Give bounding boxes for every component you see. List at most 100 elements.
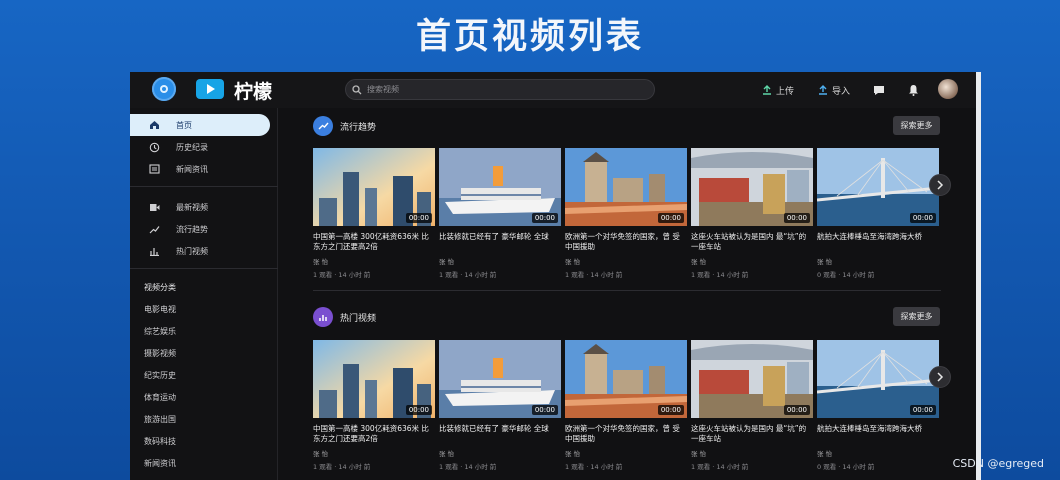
video-meta: 1 观看 · 14 小时 前 bbox=[439, 463, 497, 471]
video-duration: 00:00 bbox=[909, 405, 936, 415]
sidebar-item-label: 新闻资讯 bbox=[176, 164, 208, 174]
chevron-right-icon bbox=[937, 372, 944, 382]
video-duration: 00:00 bbox=[405, 213, 432, 223]
video-meta: 1 观看 · 14 小时 前 bbox=[313, 463, 371, 471]
video-card[interactable]: 00:00 这座火车站被认为是国内 最“坑”的一座车站 张 怡 1 观看 · 1… bbox=[691, 340, 813, 471]
sidebar-item-label: 历史纪录 bbox=[176, 142, 208, 152]
category-item[interactable]: 数码科技 bbox=[144, 436, 176, 447]
watermark: CSDN @egreged bbox=[952, 457, 1044, 470]
video-title[interactable]: 这座火车站被认为是国内 最“坑”的一座车站 bbox=[691, 232, 813, 252]
import-button[interactable]: 导入 bbox=[818, 81, 850, 99]
video-title[interactable]: 中国第一高楼 300亿耗资636米 比东方之门还要高2倍 bbox=[313, 232, 435, 252]
video-duration: 00:00 bbox=[657, 405, 684, 415]
video-title[interactable]: 欧洲第一个对华免签的国家，曾 受中国援助 bbox=[565, 424, 687, 444]
category-item[interactable]: 纪实历史 bbox=[144, 370, 176, 381]
upload-button[interactable]: 上传 bbox=[762, 81, 794, 99]
brand-name[interactable]: 柠檬 bbox=[234, 77, 272, 104]
search-input[interactable] bbox=[367, 85, 637, 94]
section-divider bbox=[313, 290, 941, 291]
video-duration: 00:00 bbox=[405, 405, 432, 415]
video-author[interactable]: 张 怡 bbox=[817, 448, 939, 458]
video-title[interactable]: 这座火车站被认为是国内 最“坑”的一座车站 bbox=[691, 424, 813, 444]
video-card[interactable]: 00:00 欧洲第一个对华免签的国家，曾 受中国援助 张 怡 1 观看 · 14… bbox=[565, 148, 687, 279]
category-item[interactable]: 综艺娱乐 bbox=[144, 326, 176, 337]
sidebar-item-latest[interactable]: 最新视频 bbox=[130, 196, 270, 218]
sidebar-item-label: 热门视频 bbox=[176, 246, 208, 256]
video-author[interactable]: 张 怡 bbox=[817, 256, 939, 266]
explore-more-button[interactable]: 探索更多 bbox=[893, 307, 940, 326]
category-item[interactable]: 电影电视 bbox=[144, 304, 176, 315]
video-meta: 1 观看 · 14 小时 前 bbox=[439, 271, 497, 279]
category-item[interactable]: 摄影视频 bbox=[144, 348, 176, 359]
message-icon[interactable] bbox=[870, 81, 888, 99]
video-thumbnail[interactable]: 00:00 bbox=[313, 340, 435, 418]
video-thumbnail[interactable]: 00:00 bbox=[565, 340, 687, 418]
sidebar-item-popular[interactable]: 热门视频 bbox=[130, 240, 270, 262]
video-row-trending: 00:00 中国第一高楼 300亿耗资636米 比东方之门还要高2倍 张 怡 1… bbox=[313, 148, 941, 288]
video-author[interactable]: 张 怡 bbox=[691, 448, 813, 458]
play-logo-icon[interactable] bbox=[196, 79, 224, 99]
search-bar[interactable] bbox=[345, 79, 655, 100]
video-author[interactable]: 张 怡 bbox=[439, 448, 561, 458]
top-bar: 柠檬 上传 导入 bbox=[130, 72, 976, 108]
video-card[interactable]: 00:00 欧洲第一个对华免签的国家，曾 受中国援助 张 怡 1 观看 · 14… bbox=[565, 340, 687, 471]
video-title[interactable]: 中国第一高楼 300亿耗资636米 比东方之门还要高2倍 bbox=[313, 424, 435, 444]
video-meta: 1 观看 · 14 小时 前 bbox=[691, 463, 749, 471]
video-title[interactable]: 欧洲第一个对华免签的国家，曾 受中国援助 bbox=[565, 232, 687, 252]
video-thumbnail[interactable]: 00:00 bbox=[439, 148, 561, 226]
video-icon bbox=[146, 203, 162, 212]
video-card[interactable]: 00:00 这座火车站被认为是国内 最“坑”的一座车站 张 怡 1 观看 · 1… bbox=[691, 148, 813, 279]
video-author[interactable]: 张 怡 bbox=[565, 256, 687, 266]
video-title[interactable]: 航拍大连棒棰岛至海湾跨海大桥 bbox=[817, 232, 939, 252]
video-card[interactable]: 00:00 中国第一高楼 300亿耗资636米 比东方之门还要高2倍 张 怡 1… bbox=[313, 340, 435, 471]
video-thumbnail[interactable]: 00:00 bbox=[817, 148, 939, 226]
video-card[interactable]: 00:00 航拍大连棒棰岛至海湾跨海大桥 张 怡 0 观看 · 14 小时 前 bbox=[817, 340, 939, 471]
video-title[interactable]: 比装修就已经有了 豪华邮轮 全球 bbox=[439, 232, 561, 252]
video-thumbnail[interactable]: 00:00 bbox=[691, 340, 813, 418]
video-card[interactable]: 00:00 中国第一高楼 300亿耗资636米 比东方之门还要高2倍 张 怡 1… bbox=[313, 148, 435, 279]
video-meta: 1 观看 · 14 小时 前 bbox=[691, 271, 749, 279]
video-card[interactable]: 00:00 比装修就已经有了 豪华邮轮 全球 张 怡 1 观看 · 14 小时 … bbox=[439, 340, 561, 471]
sidebar-divider bbox=[130, 268, 278, 269]
video-duration: 00:00 bbox=[909, 213, 936, 223]
video-thumbnail[interactable]: 00:00 bbox=[565, 148, 687, 226]
video-thumbnail[interactable]: 00:00 bbox=[817, 340, 939, 418]
bell-icon[interactable] bbox=[904, 81, 922, 99]
video-duration: 00:00 bbox=[783, 405, 810, 415]
video-author[interactable]: 张 怡 bbox=[691, 256, 813, 266]
video-duration: 00:00 bbox=[657, 213, 684, 223]
video-author[interactable]: 张 怡 bbox=[313, 256, 435, 266]
video-thumbnail[interactable]: 00:00 bbox=[691, 148, 813, 226]
import-icon bbox=[819, 85, 827, 95]
video-author[interactable]: 张 怡 bbox=[565, 448, 687, 458]
sidebar-item-news[interactable]: 新闻资讯 bbox=[130, 158, 270, 180]
section-header-trending: 流行趋势 bbox=[313, 115, 376, 137]
chevron-right-icon bbox=[937, 180, 944, 190]
upload-label: 上传 bbox=[776, 86, 795, 97]
video-meta: 0 观看 · 14 小时 前 bbox=[817, 463, 875, 471]
main-content: 流行趋势 探索更多 00:00 中国第一高楼 300亿耗资636米 比东方之门还… bbox=[278, 108, 976, 480]
sidebar-item-trending[interactable]: 流行趋势 bbox=[130, 218, 270, 240]
carousel-next-button[interactable] bbox=[929, 366, 951, 388]
sidebar-item-home[interactable]: 首页 bbox=[130, 114, 270, 136]
video-title[interactable]: 比装修就已经有了 豪华邮轮 全球 bbox=[439, 424, 561, 444]
video-author[interactable]: 张 怡 bbox=[439, 256, 561, 266]
video-card[interactable]: 00:00 航拍大连棒棰岛至海湾跨海大桥 张 怡 0 观看 · 14 小时 前 bbox=[817, 148, 939, 279]
category-item[interactable]: 旅游出国 bbox=[144, 414, 176, 425]
category-item[interactable]: 体育运动 bbox=[144, 392, 176, 403]
video-card[interactable]: 00:00 比装修就已经有了 豪华邮轮 全球 张 怡 1 观看 · 14 小时 … bbox=[439, 148, 561, 279]
carousel-next-button[interactable] bbox=[929, 174, 951, 196]
search-icon[interactable] bbox=[352, 80, 362, 99]
video-author[interactable]: 张 怡 bbox=[313, 448, 435, 458]
video-thumbnail[interactable]: 00:00 bbox=[439, 340, 561, 418]
import-label: 导入 bbox=[832, 86, 851, 97]
sidebar-item-history[interactable]: 历史纪录 bbox=[130, 136, 270, 158]
section-title: 流行趋势 bbox=[340, 122, 377, 133]
avatar[interactable] bbox=[938, 79, 958, 99]
category-item[interactable]: 新闻资讯 bbox=[144, 458, 176, 469]
explore-more-button[interactable]: 探索更多 bbox=[893, 116, 940, 135]
video-title[interactable]: 航拍大连棒棰岛至海湾跨海大桥 bbox=[817, 424, 939, 444]
lemon-badge-icon[interactable] bbox=[152, 77, 176, 101]
window-edge bbox=[976, 72, 981, 480]
video-thumbnail[interactable]: 00:00 bbox=[313, 148, 435, 226]
